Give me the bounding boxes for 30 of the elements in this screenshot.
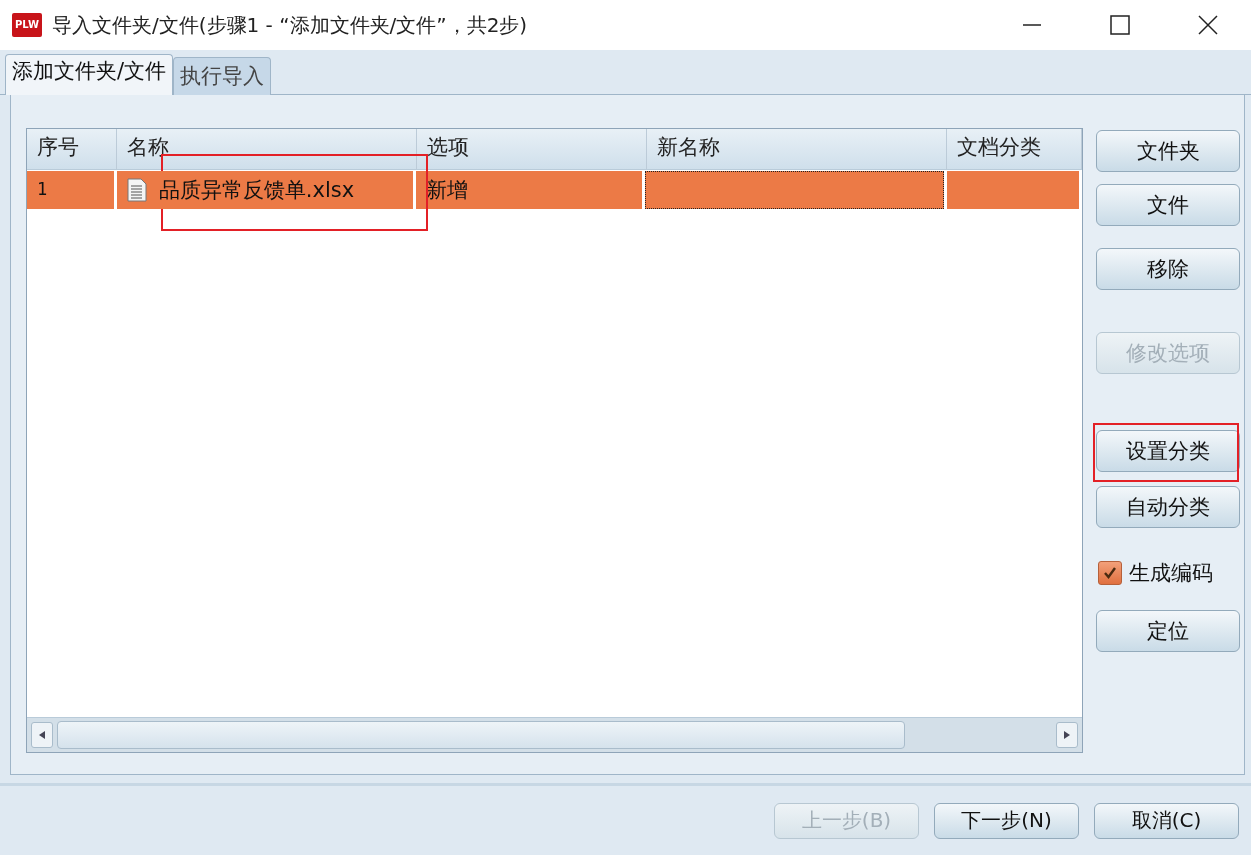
column-header[interactable]: 新名称 bbox=[647, 129, 947, 169]
table-row[interactable]: 1 品质异常反馈单.xlsx 新增 bbox=[27, 171, 1082, 209]
tab[interactable]: 执行导入 bbox=[173, 57, 272, 95]
checkmark-icon bbox=[1103, 566, 1117, 580]
close-icon[interactable] bbox=[1198, 15, 1218, 35]
side-button[interactable]: 文件夹 bbox=[1096, 130, 1240, 172]
document-icon bbox=[126, 178, 147, 202]
app-logo-icon: PLW bbox=[12, 13, 42, 37]
tab[interactable]: 添加文件夹/文件 bbox=[5, 54, 174, 95]
side-button[interactable]: 定位 bbox=[1096, 610, 1240, 652]
window-title: 导入文件夹/文件(步骤1 - “添加文件夹/文件”，共2步) bbox=[51, 11, 528, 39]
checkbox-label: 生成编码 bbox=[1129, 560, 1213, 587]
scroll-right-icon[interactable] bbox=[1056, 722, 1078, 748]
side-button[interactable]: 移除 bbox=[1096, 248, 1240, 290]
column-header[interactable]: 文档分类 bbox=[947, 129, 1082, 169]
side-button[interactable]: 文件 bbox=[1096, 184, 1240, 226]
maximize-icon[interactable] bbox=[1110, 15, 1130, 35]
checkbox[interactable] bbox=[1098, 561, 1122, 585]
file-name: 品质异常反馈单.xlsx bbox=[158, 177, 355, 204]
scroll-left-icon[interactable] bbox=[31, 722, 53, 748]
column-header[interactable]: 序号 bbox=[27, 129, 117, 169]
footer-button[interactable]: 下一步(N) bbox=[934, 802, 1079, 839]
side-button[interactable]: 自动分类 bbox=[1096, 486, 1240, 528]
side-button[interactable]: 设置分类 bbox=[1096, 430, 1240, 472]
horizontal-scrollbar[interactable] bbox=[27, 717, 1082, 752]
table-cell: 1 bbox=[27, 171, 117, 209]
column-header[interactable]: 选项 bbox=[417, 129, 647, 169]
scrollbar-thumb[interactable] bbox=[57, 721, 905, 749]
column-header[interactable]: 名称 bbox=[117, 129, 417, 169]
footer-button[interactable]: 取消(C) bbox=[1094, 802, 1239, 839]
